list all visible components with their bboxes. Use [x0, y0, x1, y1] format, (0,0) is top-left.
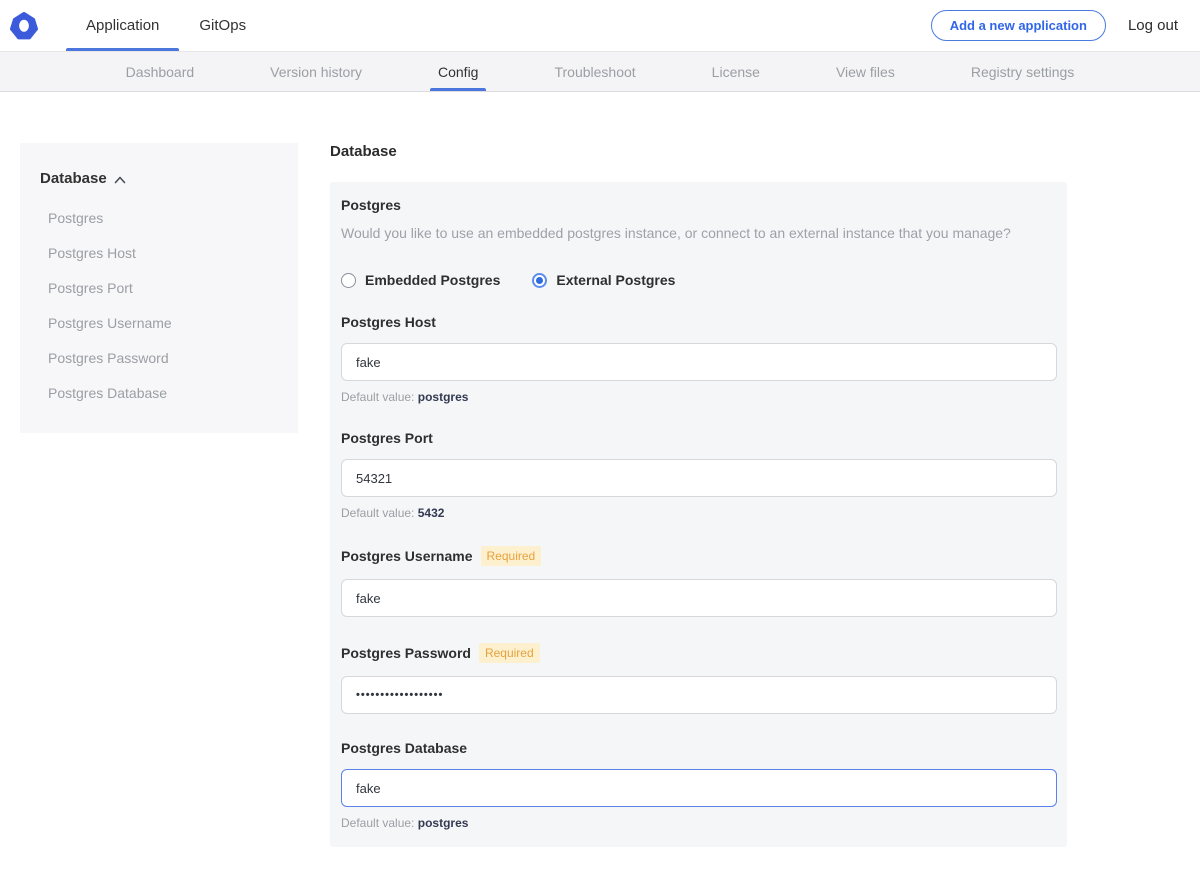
subnav-license-label: License [712, 64, 760, 80]
tab-application-label: Application [86, 17, 159, 34]
field-postgres-port: Postgres Port Default value: 5432 [341, 430, 1056, 520]
top-nav: Application GitOps Add a new application… [0, 0, 1200, 52]
radio-selected-icon [532, 273, 547, 288]
section-title: Database [330, 143, 1067, 160]
radio-external-label: External Postgres [556, 272, 675, 288]
postgres-port-label: Postgres Port [341, 430, 433, 446]
postgres-item-title: Postgres [341, 197, 1056, 213]
sidebar-item-list: Postgres Postgres Host Postgres Port Pos… [40, 201, 278, 411]
field-postgres-host: Postgres Host Default value: postgres [341, 314, 1056, 404]
subnav-troubleshoot[interactable]: Troubleshoot [546, 52, 643, 91]
top-nav-actions: Add a new application Log out [931, 0, 1200, 51]
default-value: postgres [418, 816, 469, 830]
postgres-port-input[interactable] [341, 459, 1057, 497]
subnav-license[interactable]: License [704, 52, 768, 91]
app-subnav: Dashboard Version history Config Trouble… [0, 52, 1200, 92]
default-prefix: Default value: [341, 816, 414, 830]
field-postgres-database: Postgres Database Default value: postgre… [341, 740, 1056, 830]
postgres-host-label: Postgres Host [341, 314, 436, 330]
chevron-up-icon [114, 176, 126, 184]
tab-gitops-label: GitOps [199, 17, 246, 34]
app-logo-icon[interactable] [10, 12, 38, 40]
default-prefix: Default value: [341, 390, 414, 404]
required-badge: Required [479, 643, 540, 663]
tab-gitops[interactable]: GitOps [179, 0, 266, 51]
radio-external-postgres[interactable]: External Postgres [532, 272, 675, 288]
subnav-view-files-label: View files [836, 64, 895, 80]
config-content: Database Postgres Postgres Host Postgres… [0, 92, 1200, 874]
subnav-config-label: Config [438, 64, 478, 80]
postgres-database-input[interactable] [341, 769, 1057, 807]
postgres-item-description: Would you like to use an embedded postgr… [341, 224, 1056, 243]
sidebar-group-label: Database [40, 170, 107, 187]
add-application-button[interactable]: Add a new application [931, 10, 1106, 41]
radio-unselected-icon [341, 273, 356, 288]
required-badge: Required [481, 546, 542, 566]
default-prefix: Default value: [341, 506, 414, 520]
sidebar-item-postgres-host[interactable]: Postgres Host [40, 236, 278, 271]
sidebar-item-postgres-password[interactable]: Postgres Password [40, 341, 278, 376]
subnav-registry-settings-label: Registry settings [971, 64, 1074, 80]
subnav-version-history[interactable]: Version history [262, 52, 370, 91]
subnav-view-files[interactable]: View files [828, 52, 903, 91]
logout-link[interactable]: Log out [1128, 17, 1178, 34]
sidebar-item-postgres[interactable]: Postgres [40, 201, 278, 236]
sidebar-item-postgres-port[interactable]: Postgres Port [40, 271, 278, 306]
postgres-host-input[interactable] [341, 343, 1057, 381]
sidebar-item-postgres-username[interactable]: Postgres Username [40, 306, 278, 341]
default-value: postgres [418, 390, 469, 404]
config-form: Database Postgres Would you like to use … [330, 143, 1067, 874]
subnav-version-history-label: Version history [270, 64, 362, 80]
field-postgres-username: Postgres Username Required [341, 546, 1056, 617]
config-sidebar: Database Postgres Postgres Host Postgres… [20, 143, 298, 433]
subnav-registry-settings[interactable]: Registry settings [963, 52, 1082, 91]
tab-application[interactable]: Application [66, 0, 179, 51]
database-group-panel: Postgres Would you like to use an embedd… [330, 182, 1067, 847]
sidebar-item-postgres-database[interactable]: Postgres Database [40, 376, 278, 411]
postgres-database-label: Postgres Database [341, 740, 467, 756]
postgres-password-input[interactable] [341, 676, 1057, 714]
postgres-database-default-hint: Default value: postgres [341, 816, 1056, 830]
field-postgres-password: Postgres Password Required [341, 643, 1056, 714]
postgres-username-input[interactable] [341, 579, 1057, 617]
top-tab-bar: Application GitOps [66, 0, 266, 51]
sidebar-group-database[interactable]: Database [40, 170, 278, 187]
radio-embedded-postgres[interactable]: Embedded Postgres [341, 272, 500, 288]
postgres-password-label: Postgres Password [341, 645, 471, 661]
postgres-port-default-hint: Default value: 5432 [341, 506, 1056, 520]
subnav-config[interactable]: Config [430, 52, 486, 91]
default-value: 5432 [418, 506, 445, 520]
subnav-dashboard[interactable]: Dashboard [118, 52, 203, 91]
subnav-troubleshoot-label: Troubleshoot [554, 64, 635, 80]
subnav-dashboard-label: Dashboard [126, 64, 195, 80]
postgres-mode-radio-group: Embedded Postgres External Postgres [341, 272, 1056, 288]
radio-embedded-label: Embedded Postgres [365, 272, 500, 288]
admin-console-page: Application GitOps Add a new application… [0, 0, 1200, 874]
postgres-username-label: Postgres Username [341, 548, 473, 564]
postgres-host-default-hint: Default value: postgres [341, 390, 1056, 404]
